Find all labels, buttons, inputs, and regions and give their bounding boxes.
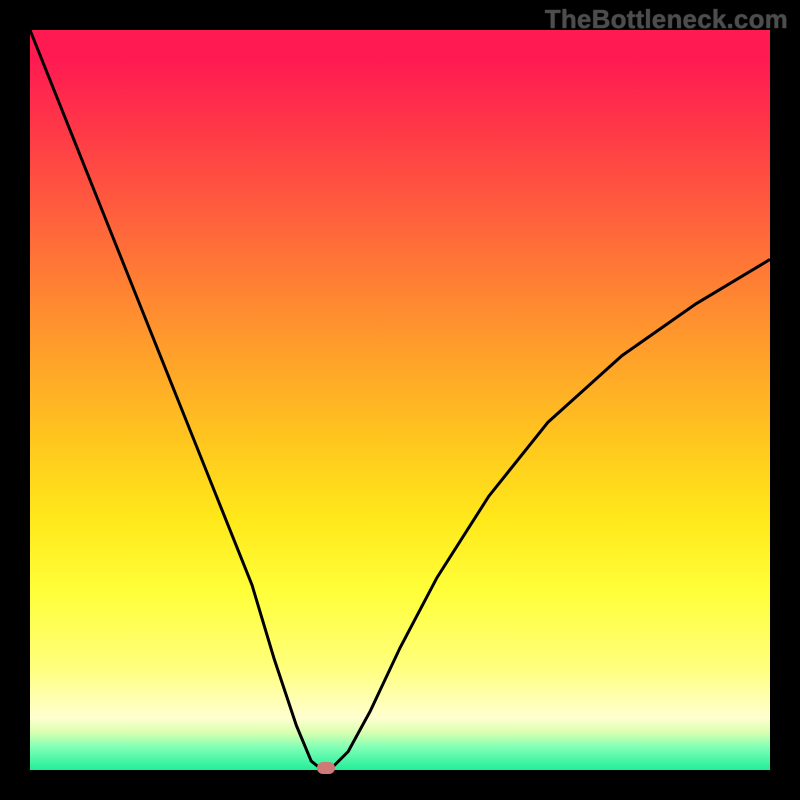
minimum-marker bbox=[317, 762, 335, 774]
chart-frame: TheBottleneck.com bbox=[0, 0, 800, 800]
watermark-text: TheBottleneck.com bbox=[545, 4, 788, 35]
plot-area bbox=[30, 30, 770, 770]
